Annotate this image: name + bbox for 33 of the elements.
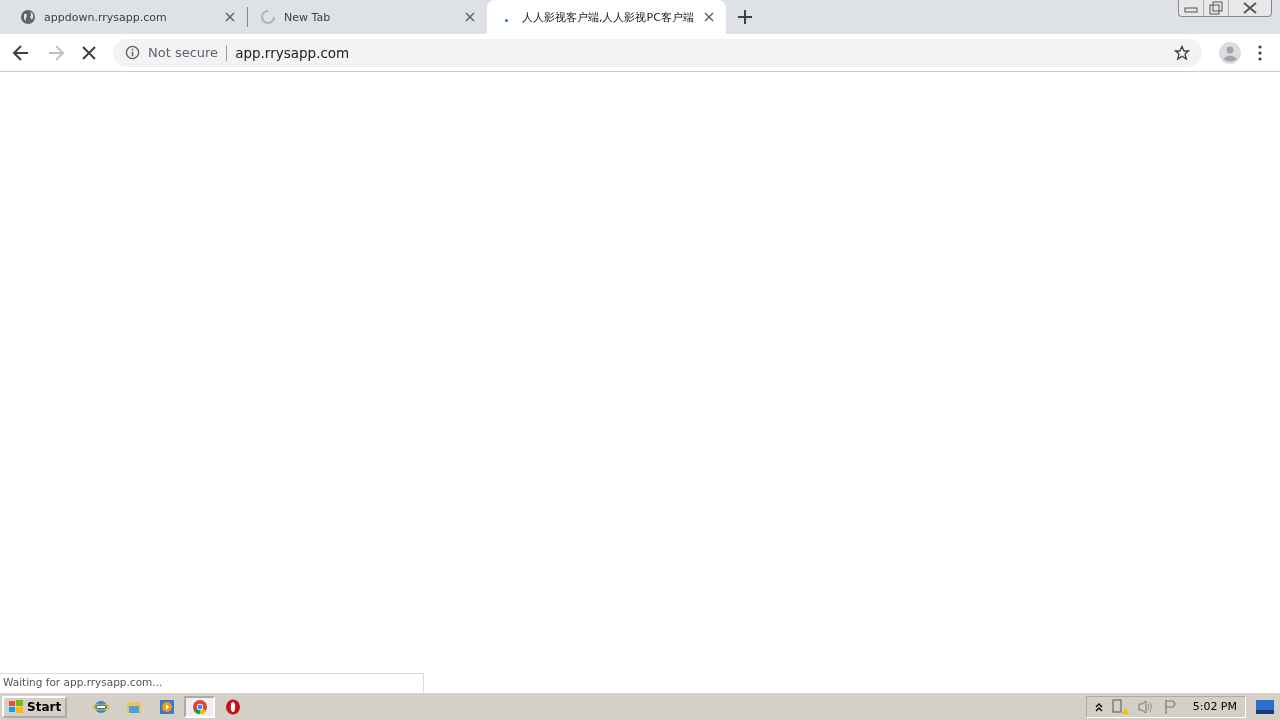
play-icon [158, 698, 175, 715]
star-icon[interactable] [1174, 44, 1190, 61]
tab-title: appdown.rrysapp.com [44, 10, 168, 24]
browser-tab[interactable]: appdown.rrysapp.com [8, 0, 247, 34]
clock: 5:02 PM [1192, 700, 1237, 713]
menu-icon[interactable] [1258, 44, 1262, 61]
browser-tab[interactable]: New Tab [248, 0, 487, 34]
status-bubble: Waiting for app.rrysapp.com... [0, 673, 424, 692]
profile-avatar-icon[interactable] [1219, 41, 1241, 64]
chevron-up-icon[interactable] [1094, 701, 1103, 712]
close-icon[interactable] [225, 12, 235, 22]
globe-icon [20, 9, 36, 25]
close-icon[interactable] [704, 12, 714, 22]
taskbar-button[interactable] [184, 695, 216, 718]
url-text: app.rrysapp.com [235, 44, 350, 61]
back-icon[interactable] [12, 43, 30, 62]
tab-title: New Tab [284, 10, 332, 24]
tab-title: 人人影视客户端,人人影视PC客户端 [522, 9, 695, 25]
loading-spinner-icon [260, 9, 276, 25]
opera-o-icon [224, 698, 241, 715]
show-desktop-icon[interactable] [1256, 699, 1274, 714]
info-icon [125, 45, 140, 60]
new-tab-icon[interactable] [738, 10, 752, 24]
browser-tab[interactable]: 人人影视客户端,人人影视PC客户端 [487, 0, 726, 34]
stop-icon[interactable] [82, 45, 96, 60]
close-icon[interactable] [465, 12, 475, 22]
address-bar[interactable]: Not secure app.rrysapp.com [113, 38, 1202, 67]
browser-e-icon [92, 698, 109, 715]
start-button[interactable]: Start [2, 695, 68, 718]
chrome-icon [191, 698, 208, 715]
windows-logo-icon [8, 699, 24, 714]
loading-dot-icon [505, 18, 508, 22]
security-label: Not secure [148, 45, 219, 60]
